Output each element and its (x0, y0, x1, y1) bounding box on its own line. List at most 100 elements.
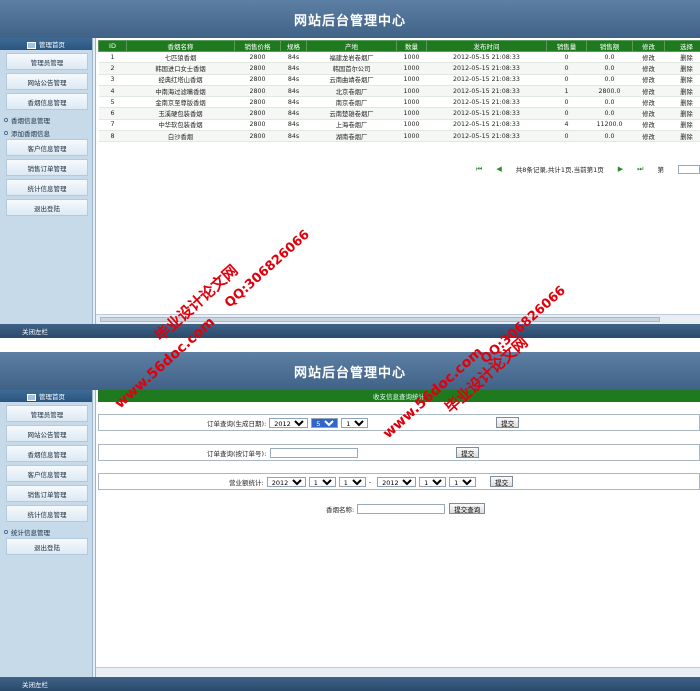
table-cell: 1000 (396, 107, 427, 120)
q3-to-month-select[interactable]: 1 (419, 476, 447, 487)
table-cell: 2012-05-15 21:08:33 (426, 96, 547, 109)
sidebar-item-cigarette[interactable]: 香烟信息管理 (6, 93, 88, 110)
table-cell: 韩国进口女士香烟 (126, 62, 235, 75)
table-cell: 0.0 (586, 96, 633, 109)
table-cell: 7 (98, 119, 127, 132)
sidebar-home-label: 管理首页 (39, 393, 65, 401)
sidebar-home[interactable]: 管理首页 (0, 390, 92, 402)
header-title: 网站后台管理中心 (0, 352, 700, 390)
table-cell: 1000 (396, 96, 427, 109)
q1-year-select[interactable]: 2012 (269, 417, 309, 428)
delete-link[interactable]: 删除 (664, 119, 700, 132)
table-cell: 上海卷烟厂 (306, 119, 397, 132)
edit-link[interactable]: 修改 (632, 62, 665, 75)
table-cell: 84s (280, 107, 307, 120)
table-row: 4 中南海过滤嘴香烟 2800 84s 北京卷烟厂 1000 2012-05-15 21:0… (98, 85, 700, 98)
table-cell: 84s (280, 74, 307, 86)
q3-from-day-select[interactable]: 1 (338, 476, 366, 487)
order-number-input[interactable] (270, 447, 359, 458)
footer-collapse-sidebar[interactable]: 关闭左栏 (0, 324, 700, 338)
sidebar-item-logout[interactable]: 退出登陆 (6, 199, 88, 216)
sidebar-item-admin[interactable]: 管理员管理 (6, 53, 88, 70)
sidebar-item-notice[interactable]: 网站公告管理 (6, 73, 88, 90)
cigarette-name-input[interactable] (357, 503, 446, 514)
sidebar-item-customer[interactable]: 客户信息管理 (6, 139, 88, 156)
q3-from-year-select[interactable]: 2012 (266, 476, 306, 487)
table-cell: 84s (280, 62, 307, 75)
table-cell: 0 (546, 130, 587, 143)
table-cell: 金南京至尊版香烟 (126, 96, 235, 109)
q3-to-day-select[interactable]: 1 (449, 476, 477, 487)
edit-link[interactable]: 修改 (632, 74, 665, 86)
sidebar-subitem-cigarette-manage[interactable]: 香烟信息管理 (4, 113, 88, 126)
page-number-input[interactable] (677, 164, 700, 174)
sidebar-subitem-cigarette-add[interactable]: 添加香烟信息 (4, 126, 88, 139)
q3-to-year-select[interactable]: 2012 (377, 476, 417, 487)
sidebar-item-orders[interactable]: 销售订单管理 (6, 485, 88, 502)
sidebar-home-label: 管理首页 (39, 41, 65, 49)
table-cell: 2800 (234, 119, 281, 132)
delete-link[interactable]: 删除 (664, 62, 700, 75)
footer-collapse-sidebar[interactable]: 关闭左栏 (0, 677, 700, 691)
edit-link[interactable]: 修改 (632, 119, 665, 132)
delete-link[interactable]: 删除 (664, 74, 700, 86)
sidebar: 管理首页 管理员管理 网站公告管理 香烟信息管理 香烟信息管理 添加香烟信息 客… (0, 38, 93, 324)
sidebar-item-orders[interactable]: 销售订单管理 (6, 159, 88, 176)
sidebar-home[interactable]: 管理首页 (0, 38, 92, 50)
edit-link[interactable]: 修改 (632, 130, 665, 143)
revenue-stats-label: 营业额统计: (229, 478, 264, 487)
col-header-id: ID (98, 40, 127, 52)
delete-link[interactable]: 删除 (664, 130, 700, 143)
table-cell: 福建龙岩卷烟厂 (306, 51, 397, 64)
prev-page-icon[interactable]: ◀ (496, 165, 501, 173)
scroll-thumb[interactable] (100, 317, 660, 322)
query-by-date-box: 订单查询(生成日期): 2012 5 1 提交 (98, 414, 700, 431)
delete-link[interactable]: 删除 (664, 51, 700, 64)
table-cell: 云南楚雄卷烟厂 (306, 107, 397, 120)
sidebar-subitem-stats-manage[interactable]: 统计信息管理 (4, 525, 88, 538)
sidebar-item-logout[interactable]: 退出登陆 (6, 538, 88, 555)
q1-month-select[interactable]: 5 (311, 417, 339, 428)
col-header-sold: 销售量 (546, 40, 587, 52)
col-header-origin: 产地 (306, 40, 397, 52)
last-page-icon[interactable]: ⏭ (637, 165, 643, 174)
table-cell: 2 (98, 62, 127, 75)
sidebar-item-stats[interactable]: 统计信息管理 (6, 179, 88, 196)
table-cell: 白沙香烟 (126, 130, 235, 143)
sidebar-item-stats[interactable]: 统计信息管理 (6, 505, 88, 522)
edit-link[interactable]: 修改 (632, 51, 665, 64)
edit-link[interactable]: 修改 (632, 107, 665, 120)
bullet-icon (4, 130, 8, 135)
table-cell: 5 (98, 96, 127, 109)
sidebar-item-admin[interactable]: 管理员管理 (6, 405, 88, 422)
q2-submit-button[interactable]: 提交 (456, 447, 480, 458)
q1-day-select[interactable]: 1 (341, 417, 369, 428)
q3-submit-button[interactable]: 提交 (490, 476, 514, 487)
horizontal-scrollbar[interactable] (96, 314, 700, 324)
q1-submit-button[interactable]: 提交 (496, 417, 520, 428)
sidebar-item-notice[interactable]: 网站公告管理 (6, 425, 88, 442)
table-cell: 2800 (234, 130, 281, 143)
delete-link[interactable]: 删除 (664, 107, 700, 120)
table-cell: 0.0 (586, 62, 633, 75)
sidebar-item-cigarette[interactable]: 香烟信息管理 (6, 445, 88, 462)
edit-link[interactable]: 修改 (632, 85, 665, 98)
q3-from-month-select[interactable]: 1 (308, 476, 336, 487)
horizontal-scrollbar[interactable] (96, 667, 700, 677)
table-body: 1 七匹狼香烟 2800 84s 福建龙岩卷烟厂 1000 2012-05-15 21:08… (98, 51, 700, 143)
query-by-order-box: 订单查询(按订单号): 提交 (98, 444, 700, 461)
submit-query-button[interactable]: 提交查询 (449, 503, 486, 514)
table-cell: 1 (546, 85, 587, 98)
delete-link[interactable]: 删除 (664, 96, 700, 109)
next-page-icon[interactable]: ▶ (618, 165, 623, 173)
table-cell: 8 (98, 130, 127, 143)
delete-link[interactable]: 删除 (664, 85, 700, 98)
sidebar-item-customer[interactable]: 客户信息管理 (6, 465, 88, 482)
edit-link[interactable]: 修改 (632, 96, 665, 109)
bullet-icon (4, 529, 8, 534)
table-cell: 0 (546, 51, 587, 64)
first-page-icon[interactable]: ⏮ (476, 165, 482, 174)
table-cell: 2800 (234, 62, 281, 75)
table-cell: 0.0 (586, 130, 633, 143)
table-cell: 1000 (396, 51, 427, 64)
